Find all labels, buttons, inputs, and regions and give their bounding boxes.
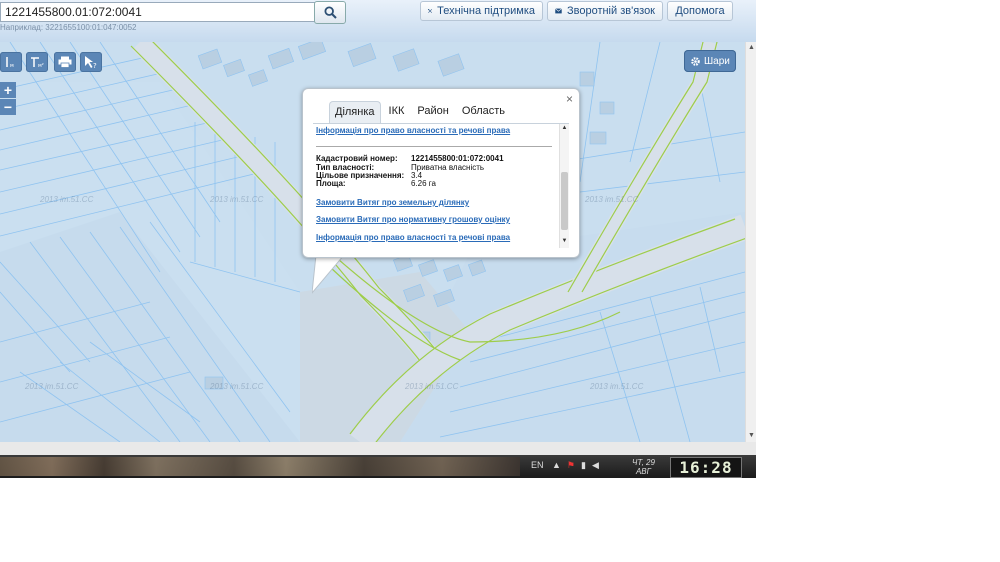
popup-scrollbar[interactable]: ▲ ▼ <box>559 124 569 248</box>
cadastral-number-row: Кадастровий номер: 1221455800:01:072:0041 <box>316 154 504 163</box>
cadastral-number-value: 1221455800:01:072:0041 <box>411 154 504 163</box>
layers-button[interactable]: Шари <box>684 50 736 72</box>
windows-taskbar: EN ▲ ⚑ ▮ ◀ ЧТ, 29 АВГ 16:28 <box>0 455 756 478</box>
help-button[interactable]: Допомога <box>667 1 733 21</box>
system-tray: ▲ ⚑ ▮ ◀ <box>552 460 599 471</box>
date-display: ЧТ, 29 АВГ <box>632 458 655 476</box>
map-watermark: 2013 im.51.CC <box>585 195 639 204</box>
flag-icon[interactable]: ⚑ <box>567 460 575 471</box>
tab-parcel[interactable]: Ділянка <box>329 101 381 123</box>
help-label: Допомога <box>675 5 725 17</box>
tech-support-button[interactable]: Технічна підтримка <box>420 1 543 21</box>
envelope-icon <box>555 8 562 14</box>
order-parcel-extract-link[interactable]: Замовити Витяг про земельну ділянку <box>316 198 469 207</box>
order-valuation-extract-link[interactable]: Замовити Витяг про нормативну грошову оц… <box>316 215 510 224</box>
zoom-out-button[interactable]: − <box>0 99 16 115</box>
page-scrollbar[interactable]: ▲ ▼ <box>745 42 756 442</box>
feedback-label: Зворотній зв'язок <box>566 5 655 17</box>
feedback-button[interactable]: Зворотній зв'язок <box>547 1 663 21</box>
ruler-length-icon[interactable]: м <box>0 52 22 72</box>
browser-viewport: 1221455800.01:072:0041 Наприклад: 322165… <box>0 0 756 478</box>
language-indicator[interactable]: EN <box>531 460 544 470</box>
area-value: 6.26 га <box>411 179 436 188</box>
network-icon[interactable]: ▮ <box>581 460 586 471</box>
map-watermark: 2013 im.51.CC <box>25 382 79 391</box>
print-icon[interactable] <box>54 52 76 72</box>
area-label: Площа: <box>316 179 346 188</box>
search-example-hint: Наприклад: 3221655100:01:047:0052 <box>0 23 137 32</box>
popup-divider <box>316 146 552 147</box>
scroll-down-arrow[interactable]: ▼ <box>748 432 755 439</box>
ruler-area-icon[interactable]: м² <box>26 52 48 72</box>
info-pointer-icon[interactable]: ? <box>80 52 102 72</box>
page-bottom-gap <box>0 442 756 455</box>
popup-scroll-thumb[interactable] <box>561 172 568 230</box>
popup-scroll-up[interactable]: ▲ <box>561 125 568 131</box>
popup-content: Інформація про право власності та речові… <box>313 123 569 248</box>
popup-pointer <box>312 255 345 294</box>
volume-icon[interactable]: ◀ <box>592 460 599 471</box>
svg-text:м: м <box>10 63 14 69</box>
popup-scroll-down[interactable]: ▼ <box>561 238 568 244</box>
area-row: Площа: 6.26 га <box>316 179 436 188</box>
map-watermark: 2013 im.51.CC <box>405 382 459 391</box>
cadastral-search-input[interactable]: 1221455800.01:072:0041 <box>0 2 318 22</box>
tab-region[interactable]: Область <box>457 101 510 123</box>
svg-text:м²: м² <box>38 63 44 69</box>
zoom-in-button[interactable]: + <box>0 82 16 98</box>
taskbar-window-thumbnails[interactable] <box>0 457 520 476</box>
tools-icon <box>428 9 433 13</box>
tray-expand-icon[interactable]: ▲ <box>552 460 561 471</box>
tab-ikk[interactable]: ІКК <box>384 101 410 123</box>
search-icon <box>323 6 337 19</box>
clock-display[interactable]: 16:28 <box>670 457 742 478</box>
popup-tabs: Ділянка ІКК Район Область <box>329 101 513 123</box>
day-label: ЧТ, 29 <box>632 458 655 467</box>
map-watermark: 2013 im.51.CC <box>590 382 644 391</box>
cadastral-number-label: Кадастровий номер: <box>316 154 398 163</box>
top-toolbar: 1221455800.01:072:0041 Наприклад: 322165… <box>0 0 756 42</box>
parcel-info-popup: × Ділянка ІКК Район Область Інформація п… <box>302 88 580 258</box>
layers-label: Шари <box>704 55 730 67</box>
map-watermark: 2013 im.51.CC <box>40 195 94 204</box>
tech-support-label: Технічна підтримка <box>437 5 535 17</box>
month-label: АВГ <box>635 467 651 476</box>
scroll-up-arrow[interactable]: ▲ <box>748 44 755 51</box>
close-icon[interactable]: × <box>566 92 573 106</box>
gear-icon <box>691 56 700 66</box>
ownership-info-link[interactable]: Інформація про право власності та речові… <box>316 126 510 135</box>
svg-text:?: ? <box>93 62 97 69</box>
ownership-info-link[interactable]: Інформація про право власності та речові… <box>316 233 510 242</box>
map-watermark: 2013 im.51.CC <box>210 382 264 391</box>
map-watermark: 2013 im.51.CC <box>210 195 264 204</box>
search-button[interactable] <box>314 1 346 24</box>
tab-district[interactable]: Район <box>412 101 453 123</box>
